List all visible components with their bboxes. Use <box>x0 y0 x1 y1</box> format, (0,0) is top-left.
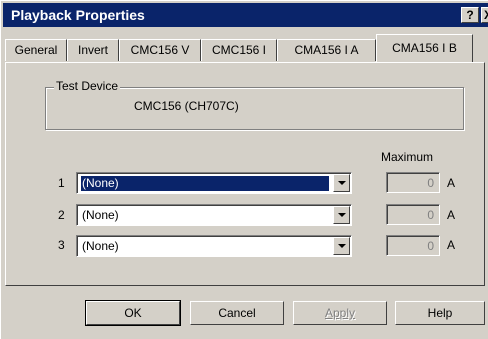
maximum-header: Maximum <box>381 150 434 164</box>
test-device-label: Test Device <box>54 79 121 93</box>
channel-1-value: (None) <box>81 176 329 191</box>
chevron-down-icon <box>338 244 346 248</box>
unit-label: A <box>447 208 456 222</box>
row-number: 2 <box>58 208 65 222</box>
channel-3-select[interactable]: (None) <box>76 235 352 257</box>
test-device-value: CMC156 (CH707C) <box>134 99 239 113</box>
tab-cma156-i-a[interactable]: CMA156 I A <box>277 39 376 61</box>
cancel-button[interactable]: Cancel <box>190 301 284 325</box>
channel-2-select[interactable]: (None) <box>76 204 352 226</box>
tab-cmc156-v[interactable]: CMC156 V <box>119 39 201 61</box>
channel-1-select[interactable]: (None) <box>76 172 352 194</box>
channel-3-maximum-value: 0 <box>427 239 434 253</box>
channel-1-maximum-field: 0 <box>386 172 440 193</box>
channel-3-value: (None) <box>82 239 119 253</box>
channel-2-maximum-value: 0 <box>427 208 434 222</box>
apply-button[interactable]: Apply <box>293 301 387 325</box>
dropdown-button[interactable] <box>333 237 350 255</box>
test-device-group: Test Device CMC156 (CH707C) <box>45 79 464 130</box>
ok-button[interactable]: OK <box>85 300 181 326</box>
chevron-down-icon <box>338 181 346 185</box>
dialog-title: Playback Properties <box>11 7 145 23</box>
unit-label: A <box>447 176 456 190</box>
channel-2-value: (None) <box>82 208 119 222</box>
unit-label: A <box>447 238 456 252</box>
channel-1-maximum-value: 0 <box>427 176 434 190</box>
dropdown-button[interactable] <box>333 174 350 192</box>
chevron-down-icon <box>338 213 346 217</box>
help-button[interactable]: Help <box>395 301 485 325</box>
tab-general[interactable]: General <box>5 39 67 61</box>
title-bar[interactable]: Playback Properties ? X <box>3 3 488 27</box>
channel-2-maximum-field: 0 <box>386 204 440 225</box>
channel-3-maximum-field: 0 <box>386 235 440 256</box>
tab-invert[interactable]: Invert <box>67 39 119 61</box>
row-number: 3 <box>58 238 65 252</box>
playback-properties-dialog: Playback Properties ? X General Invert C… <box>0 0 488 339</box>
dropdown-button[interactable] <box>333 206 350 224</box>
help-icon[interactable]: ? <box>461 7 479 23</box>
tab-cma156-i-b[interactable]: CMA156 I B <box>376 34 473 62</box>
tab-cmc156-i[interactable]: CMC156 I <box>201 39 277 61</box>
close-icon[interactable]: X <box>481 7 488 23</box>
apply-button-label: Apply <box>324 306 356 320</box>
tab-panel: Test Device CMC156 (CH707C) Maximum 1 (N… <box>5 62 485 286</box>
row-number: 1 <box>58 176 65 190</box>
